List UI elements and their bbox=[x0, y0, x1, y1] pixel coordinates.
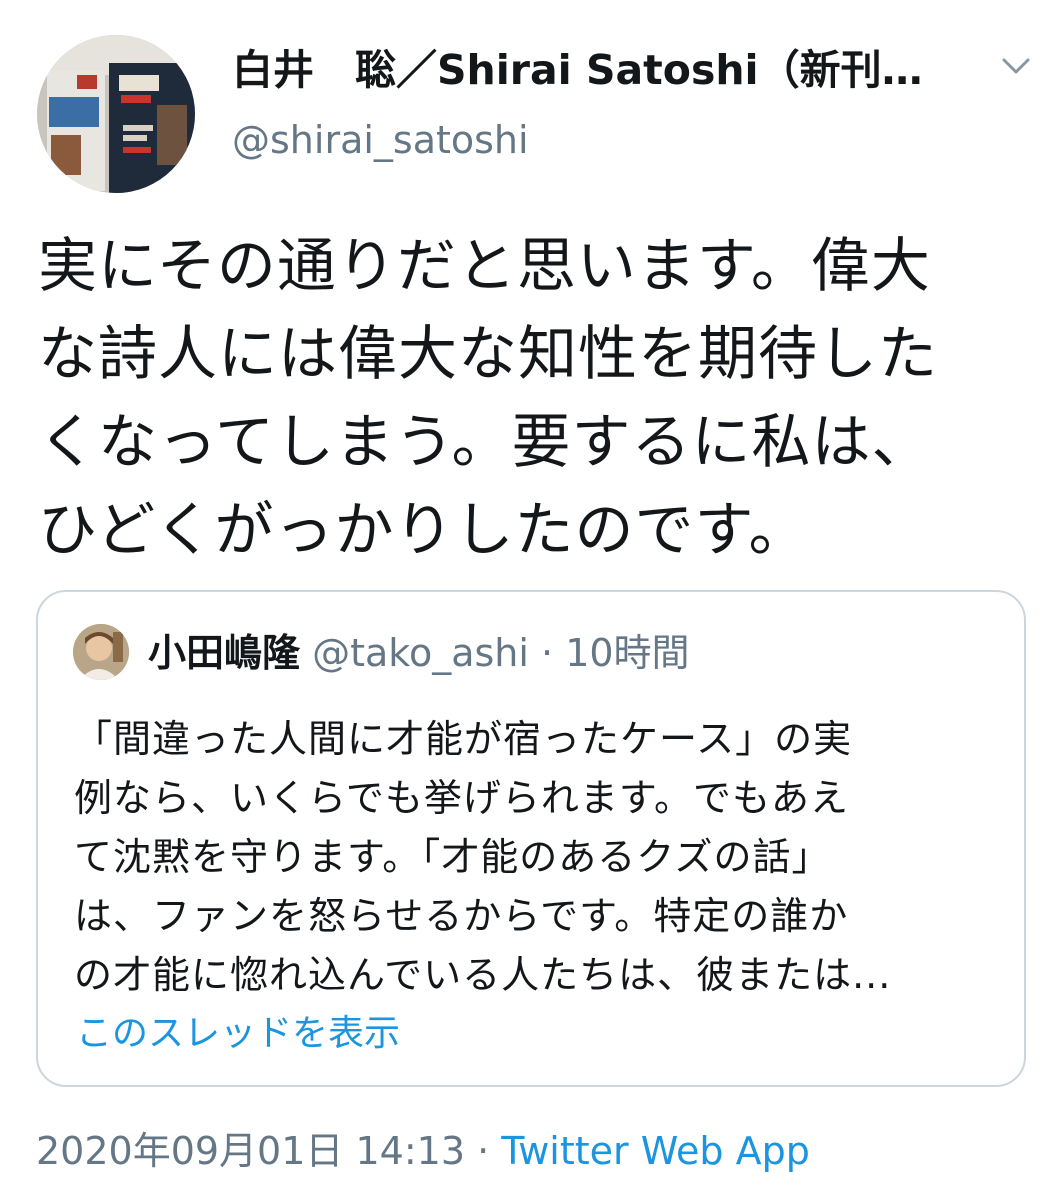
author-avatar[interactable] bbox=[37, 35, 195, 193]
tweet-timestamp[interactable]: 2020年09月01日 14:13 bbox=[36, 1129, 465, 1173]
quoted-text-line: 「間違った人間に才能が宿ったケース」の実 bbox=[74, 717, 853, 761]
tweet-menu-button[interactable] bbox=[996, 48, 1036, 84]
author-handle[interactable]: @shirai_satoshi bbox=[232, 116, 529, 164]
author-display-name[interactable]: 白井 聡／Shirai Satoshi（新刊『... bbox=[232, 44, 952, 96]
quoted-text-line: の才能に惚れ込んでいる人たちは、彼または... bbox=[74, 953, 892, 997]
quoted-text-line: は、ファンを怒らせるからです。特定の誰か bbox=[74, 894, 849, 938]
tweet-text: 実にその通りだと思います。偉大 な詩人には偉大な知性を期待した くなってしまう。… bbox=[38, 222, 1028, 574]
quoted-header: 小田嶋隆 @tako_ashi · 10時間 bbox=[148, 628, 690, 678]
chevron-down-icon bbox=[1002, 58, 1030, 74]
tweet-text-line: くなってしまう。要するに私は、 bbox=[38, 407, 932, 476]
quoted-tweet-text: 「間違った人間に才能が宿ったケース」の実 例なら、いくらでも挙げられます。でもあ… bbox=[74, 710, 1004, 1005]
quoted-text-line: 例なら、いくらでも挙げられます。でもあえ bbox=[74, 776, 850, 820]
tweet-text-line: ひどくがっかりしたのです。 bbox=[38, 495, 809, 564]
quoted-text-line: て沈黙を守ります。「才能のあるクズの話」 bbox=[74, 835, 831, 879]
tweet-text-line: な詩人には偉大な知性を期待した bbox=[38, 319, 939, 388]
book-cover-avatar-icon bbox=[37, 35, 195, 193]
tweet-source-link[interactable]: Twitter Web App bbox=[501, 1129, 810, 1173]
show-thread-link[interactable]: このスレッドを表示 bbox=[76, 1010, 400, 1058]
quoted-author-avatar[interactable] bbox=[73, 624, 129, 680]
quoted-tweet-card[interactable]: 小田嶋隆 @tako_ashi · 10時間 「間違った人間に才能が宿ったケース… bbox=[36, 590, 1026, 1087]
quoted-author-name[interactable]: 小田嶋隆 bbox=[148, 631, 300, 675]
person-avatar-icon bbox=[73, 624, 129, 680]
tweet-footer: 2020年09月01日 14:13 · Twitter Web App bbox=[36, 1126, 810, 1176]
quoted-author-handle[interactable]: @tako_ashi bbox=[312, 631, 529, 675]
tweet: 白井 聡／Shirai Satoshi（新刊『... @shirai_satos… bbox=[0, 0, 1064, 1200]
tweet-text-line: 実にその通りだと思います。偉大 bbox=[38, 231, 931, 300]
quoted-separator: · bbox=[541, 631, 566, 675]
quoted-time[interactable]: 10時間 bbox=[565, 631, 689, 675]
footer-separator: · bbox=[465, 1129, 502, 1173]
